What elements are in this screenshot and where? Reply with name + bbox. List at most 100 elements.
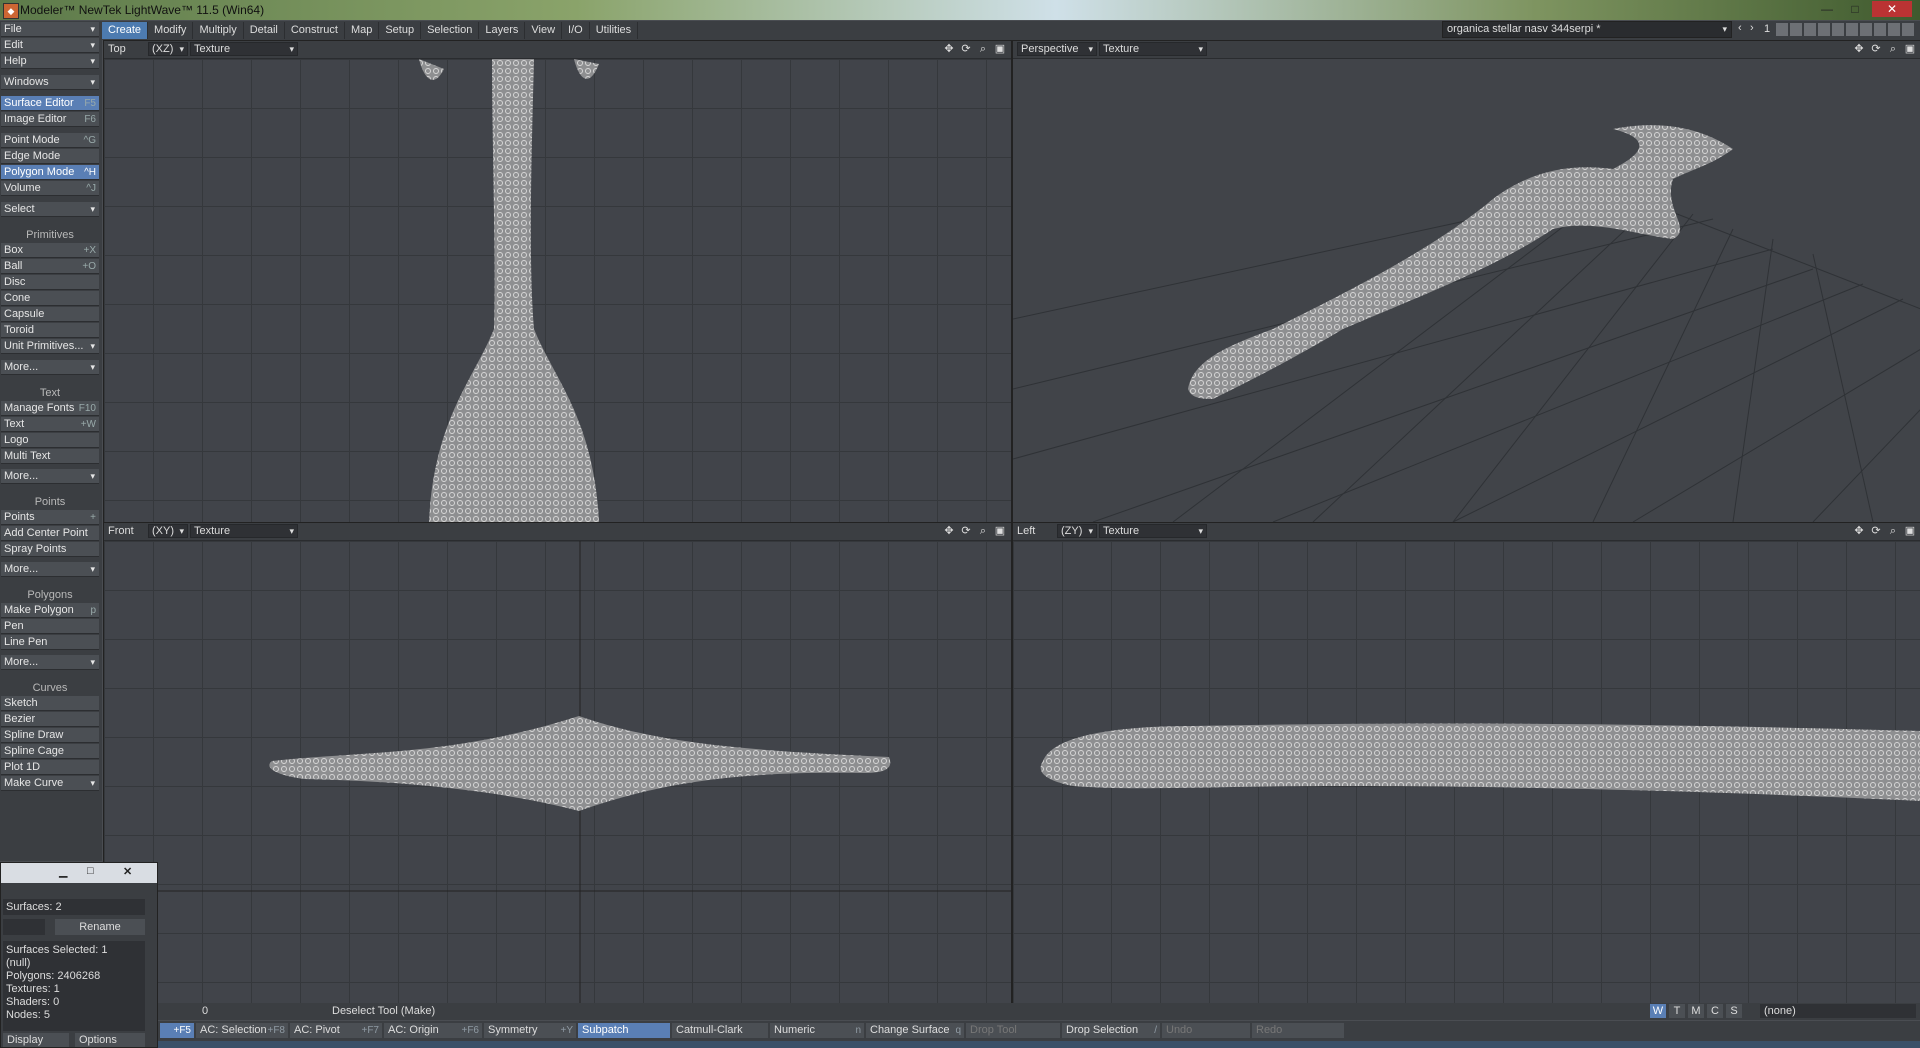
- axis-select[interactable]: (XY): [148, 524, 188, 538]
- tab-selection[interactable]: Selection: [421, 22, 480, 39]
- tab-multiply[interactable]: Multiply: [193, 22, 244, 39]
- maximize-viewport-icon[interactable]: ▣: [1903, 42, 1917, 56]
- minimize-icon[interactable]: ▁: [59, 865, 67, 878]
- surface-editor-button[interactable]: Surface Editor F5: [1, 96, 99, 111]
- render-mode-select[interactable]: Texture: [190, 524, 298, 538]
- logo-button[interactable]: Logo: [1, 433, 99, 448]
- sketch-button[interactable]: Sketch: [1, 696, 99, 711]
- maximize-button[interactable]: □: [1842, 1, 1868, 17]
- change-surface-button[interactable]: Change Surface q: [866, 1023, 964, 1038]
- wireframe-toggle[interactable]: W: [1650, 1004, 1666, 1018]
- symmetry-button[interactable]: Symmetry +Y: [484, 1023, 576, 1038]
- move-view-icon[interactable]: ✥: [942, 524, 956, 538]
- axis-select[interactable]: (XZ): [148, 42, 188, 56]
- axis-select[interactable]: (ZY): [1057, 524, 1097, 538]
- multi-text-button[interactable]: Multi Text: [1, 449, 99, 464]
- vmap-select[interactable]: (none): [1760, 1004, 1916, 1018]
- close-icon[interactable]: ✕: [123, 865, 132, 878]
- text-button[interactable]: Text +W: [1, 417, 99, 432]
- viewport-name-select[interactable]: Perspective: [1017, 42, 1097, 56]
- maximize-viewport-icon[interactable]: ▣: [993, 42, 1007, 56]
- points-button[interactable]: Points +: [1, 510, 99, 525]
- zoom-icon[interactable]: ⌕: [976, 42, 990, 56]
- windows-menu[interactable]: Windows ▾: [1, 75, 99, 90]
- scene-select[interactable]: organica stellar nasv 344serpi * ▾: [1442, 21, 1732, 38]
- zoom-icon[interactable]: ⌕: [976, 524, 990, 538]
- viewport-top[interactable]: Top (XZ) Texture ✥⟳⌕▣: [103, 40, 1012, 523]
- maximize-viewport-icon[interactable]: ▣: [993, 524, 1007, 538]
- rotate-view-icon[interactable]: ⟳: [1869, 42, 1883, 56]
- add-center-point-button[interactable]: Add Center Point: [1, 526, 99, 541]
- text-more-menu[interactable]: More... ▾: [1, 469, 99, 484]
- color-toggle[interactable]: C: [1707, 1004, 1723, 1018]
- manage-fonts-button[interactable]: Manage Fonts F10: [1, 401, 99, 416]
- next-layer-icon[interactable]: ›: [1750, 22, 1754, 34]
- help-menu[interactable]: Help ▾: [1, 54, 99, 69]
- polygons-more-menu[interactable]: More... ▾: [1, 655, 99, 670]
- redo-button[interactable]: Redo: [1252, 1023, 1344, 1038]
- toroid-button[interactable]: Toroid: [1, 323, 99, 338]
- render-mode-select[interactable]: Texture: [1099, 42, 1207, 56]
- disc-button[interactable]: Disc: [1, 275, 99, 290]
- restore-icon[interactable]: □: [87, 865, 94, 877]
- make-curve-menu[interactable]: Make Curve ▾: [1, 776, 99, 791]
- move-view-icon[interactable]: ✥: [1852, 524, 1866, 538]
- tab-setup[interactable]: Setup: [379, 22, 422, 39]
- image-editor-button[interactable]: Image Editor F6: [1, 112, 99, 127]
- move-view-icon[interactable]: ✥: [942, 42, 956, 56]
- point-mode-button[interactable]: Point Mode ^G: [1, 133, 99, 148]
- tab-view[interactable]: View: [525, 22, 563, 39]
- selection-toggle[interactable]: S: [1726, 1004, 1742, 1018]
- display-select[interactable]: Display: [3, 1033, 69, 1047]
- drop-selection-button[interactable]: Drop Selection /: [1062, 1023, 1160, 1038]
- capsule-button[interactable]: Capsule: [1, 307, 99, 322]
- prev-layer-icon[interactable]: ‹: [1738, 22, 1742, 34]
- tab-construct[interactable]: Construct: [285, 22, 345, 39]
- cone-button[interactable]: Cone: [1, 291, 99, 306]
- edge-mode-button[interactable]: Edge Mode: [1, 149, 99, 164]
- edit-menu[interactable]: Edit ▾: [1, 38, 99, 53]
- rotate-view-icon[interactable]: ⟳: [959, 524, 973, 538]
- render-mode-select[interactable]: Texture: [1099, 524, 1207, 538]
- tab-io[interactable]: I/O: [562, 22, 590, 39]
- subdivision-type-select[interactable]: Catmull-Clark: [672, 1023, 768, 1038]
- zoom-icon[interactable]: ⌕: [1886, 42, 1900, 56]
- pen-button[interactable]: Pen: [1, 619, 99, 634]
- numeric-button[interactable]: Numeric n: [770, 1023, 864, 1038]
- zoom-icon[interactable]: ⌕: [1886, 524, 1900, 538]
- action-center-selection-button[interactable]: AC: Selection +F8: [196, 1023, 288, 1038]
- drop-tool-button[interactable]: Drop Tool: [966, 1023, 1060, 1038]
- options-button[interactable]: Options: [75, 1033, 145, 1047]
- mode-button[interactable]: +F5: [160, 1023, 194, 1038]
- minimize-button[interactable]: —: [1814, 1, 1840, 17]
- spline-cage-button[interactable]: Spline Cage: [1, 744, 99, 759]
- primitives-more-menu[interactable]: More... ▾: [1, 360, 99, 375]
- box-button[interactable]: Box +X: [1, 243, 99, 258]
- plot-1d-button[interactable]: Plot 1D: [1, 760, 99, 775]
- bezier-button[interactable]: Bezier: [1, 712, 99, 727]
- move-view-icon[interactable]: ✥: [1852, 42, 1866, 56]
- file-menu[interactable]: File ▾: [1, 22, 99, 37]
- maximize-viewport-icon[interactable]: ▣: [1903, 524, 1917, 538]
- unit-primitives-menu[interactable]: Unit Primitives... ▾: [1, 339, 99, 354]
- undo-button[interactable]: Undo: [1162, 1023, 1250, 1038]
- make-polygon-button[interactable]: Make Polygon p: [1, 603, 99, 618]
- tab-modify[interactable]: Modify: [148, 22, 194, 39]
- tab-utilities[interactable]: Utilities: [590, 22, 639, 39]
- close-button[interactable]: ✕: [1872, 1, 1912, 17]
- spline-draw-button[interactable]: Spline Draw: [1, 728, 99, 743]
- points-more-menu[interactable]: More... ▾: [1, 562, 99, 577]
- volume-button[interactable]: Volume ^J: [1, 181, 99, 196]
- select-menu[interactable]: Select ▾: [1, 202, 99, 217]
- viewport-front[interactable]: Front (XY) Texture ✥⟳⌕▣: [103, 522, 1012, 1004]
- tab-layers[interactable]: Layers: [479, 22, 526, 39]
- tab-create[interactable]: Create: [102, 22, 149, 39]
- subpatch-button[interactable]: Subpatch: [578, 1023, 670, 1038]
- viewport-perspective[interactable]: Perspective Texture ✥⟳⌕▣: [1012, 40, 1920, 523]
- rename-button[interactable]: Rename: [55, 919, 145, 935]
- tab-detail[interactable]: Detail: [244, 22, 285, 39]
- rotate-view-icon[interactable]: ⟳: [1869, 524, 1883, 538]
- surface-name-field[interactable]: [3, 919, 45, 935]
- render-mode-select[interactable]: Texture: [190, 42, 298, 56]
- spray-points-button[interactable]: Spray Points: [1, 542, 99, 557]
